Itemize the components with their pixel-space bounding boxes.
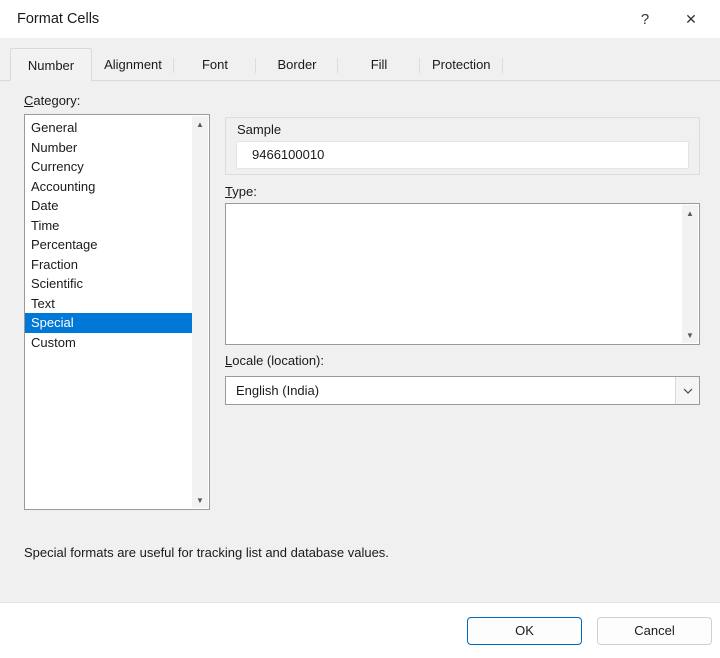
tab-alignment[interactable]: Alignment bbox=[92, 50, 174, 80]
scroll-down-icon[interactable]: ▼ bbox=[682, 327, 698, 343]
close-icon: ✕ bbox=[685, 11, 697, 28]
category-label: Category: bbox=[24, 93, 80, 108]
category-item[interactable]: Number bbox=[25, 138, 192, 158]
category-item[interactable]: Percentage bbox=[25, 235, 192, 255]
category-item[interactable]: Accounting bbox=[25, 177, 192, 197]
tab-fill[interactable]: Fill bbox=[338, 50, 420, 80]
ok-button[interactable]: OK bbox=[467, 617, 582, 645]
locale-label: Locale (location): bbox=[225, 353, 324, 368]
category-item[interactable]: Custom bbox=[25, 333, 192, 353]
tab-font[interactable]: Font bbox=[174, 50, 256, 80]
locale-dropdown[interactable]: English (India) bbox=[225, 376, 700, 405]
footer-description: Special formats are useful for tracking … bbox=[24, 545, 389, 560]
category-item[interactable]: Date bbox=[25, 196, 192, 216]
format-cells-dialog: Format Cells ? ✕ Number Alignment Font B… bbox=[0, 0, 720, 658]
titlebar: Format Cells ? ✕ bbox=[0, 0, 720, 38]
type-listbox[interactable]: ▲ ▼ bbox=[225, 203, 700, 345]
sample-value: 9466100010 bbox=[236, 141, 689, 169]
category-item[interactable]: General bbox=[25, 118, 192, 138]
category-item-selected[interactable]: Special bbox=[25, 313, 192, 333]
category-item[interactable]: Currency bbox=[25, 157, 192, 177]
tab-protection[interactable]: Protection bbox=[420, 50, 503, 80]
tab-border[interactable]: Border bbox=[256, 50, 338, 80]
category-item[interactable]: Scientific bbox=[25, 274, 192, 294]
category-listbox[interactable]: General Number Currency Accounting Date … bbox=[24, 114, 210, 510]
sample-label: Sample bbox=[237, 122, 281, 137]
chevron-down-icon bbox=[683, 388, 693, 394]
type-label: Type: bbox=[225, 184, 257, 199]
category-scrollbar[interactable]: ▲ ▼ bbox=[192, 116, 208, 508]
type-scrollbar[interactable]: ▲ ▼ bbox=[682, 205, 698, 343]
help-icon: ? bbox=[641, 11, 649, 28]
scroll-down-icon[interactable]: ▼ bbox=[192, 492, 208, 508]
category-item[interactable]: Text bbox=[25, 294, 192, 314]
help-button[interactable]: ? bbox=[622, 0, 668, 38]
titlebar-controls: ? ✕ bbox=[622, 0, 720, 38]
locale-value: English (India) bbox=[226, 383, 675, 398]
dialog-title: Format Cells bbox=[17, 11, 99, 27]
tab-number[interactable]: Number bbox=[10, 48, 92, 81]
bottom-bar: OK Cancel bbox=[0, 602, 720, 658]
sample-group: Sample 9466100010 bbox=[225, 117, 700, 175]
cancel-button[interactable]: Cancel bbox=[597, 617, 712, 645]
tab-strip: Number Alignment Font Border Fill Protec… bbox=[0, 49, 720, 81]
close-button[interactable]: ✕ bbox=[668, 0, 714, 38]
scroll-up-icon[interactable]: ▲ bbox=[682, 205, 698, 221]
category-item[interactable]: Time bbox=[25, 216, 192, 236]
scroll-up-icon[interactable]: ▲ bbox=[192, 116, 208, 132]
category-item[interactable]: Fraction bbox=[25, 255, 192, 275]
dropdown-button[interactable] bbox=[675, 377, 699, 404]
